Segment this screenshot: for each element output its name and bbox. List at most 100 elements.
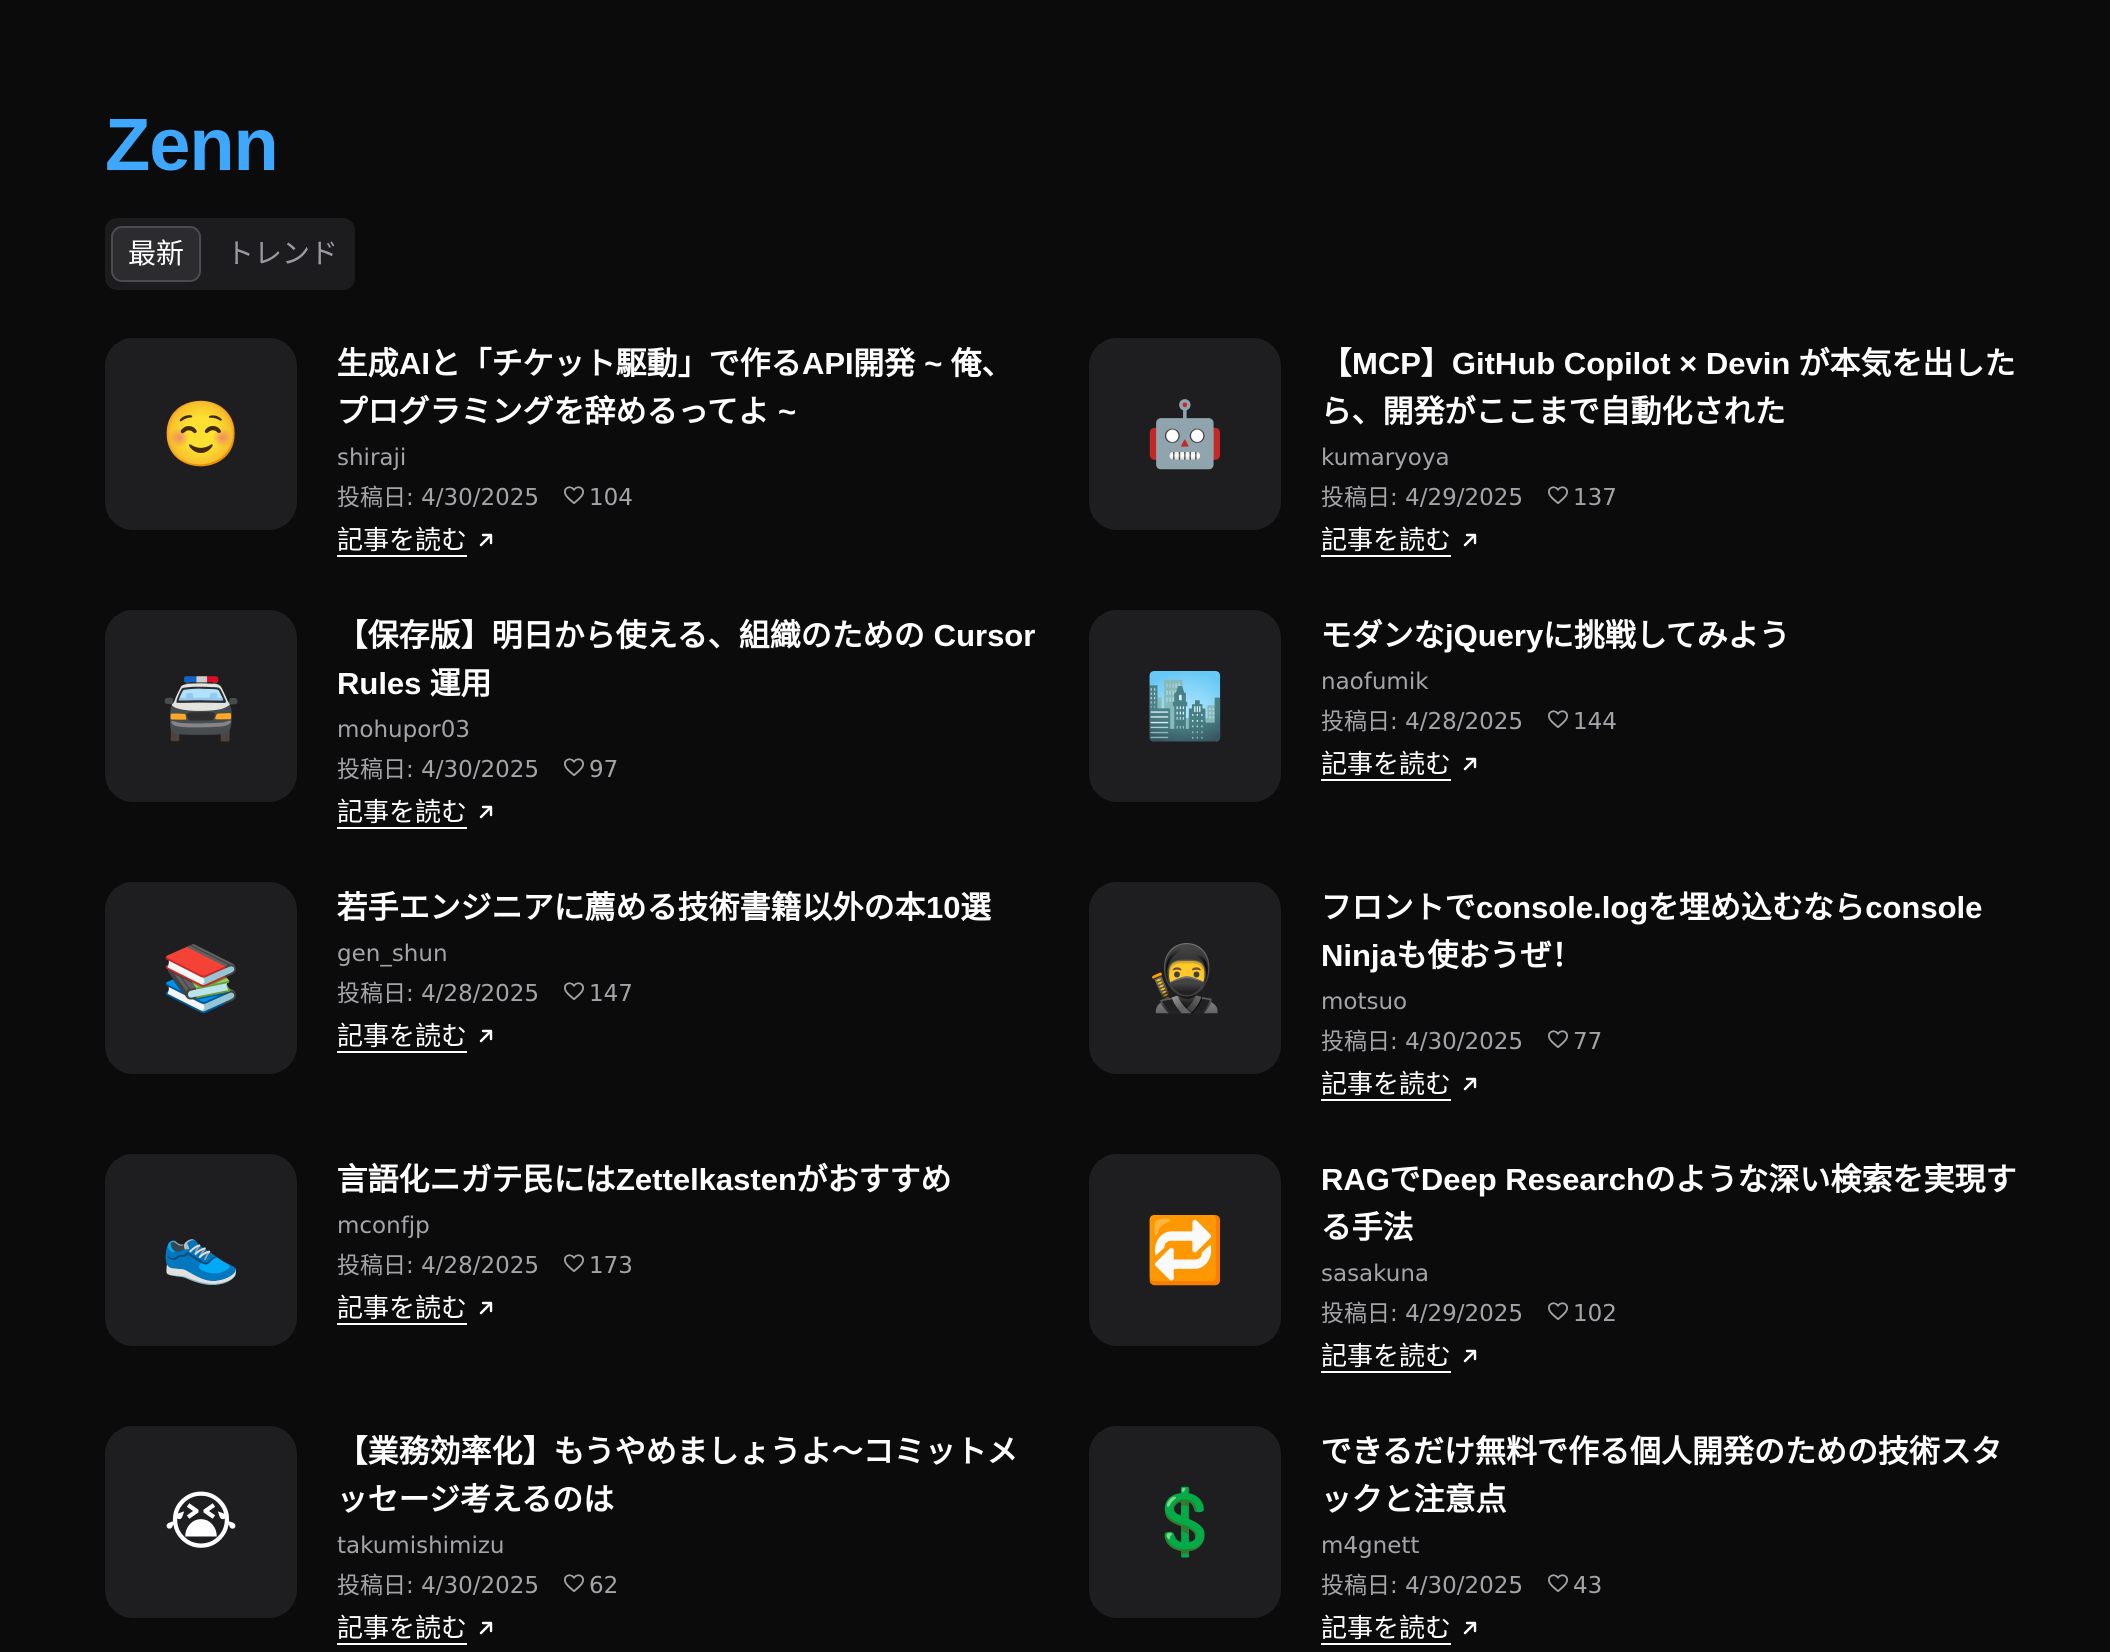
posted-date: 4/30/2025 xyxy=(1405,1573,1523,1599)
tab-latest[interactable]: 最新 xyxy=(111,226,201,282)
external-arrow-icon xyxy=(1451,1334,1479,1380)
read-article-link[interactable]: 記事を読む xyxy=(337,518,495,564)
article-title[interactable]: 言語化ニガテ民にはZettelkastenがおすすめ xyxy=(337,1156,1037,1204)
posted-date: 4/30/2025 xyxy=(421,1573,539,1599)
article-emoji-icon: 👟 xyxy=(161,1213,241,1288)
article-meta: 投稿日: 4/30/2025 77 xyxy=(1321,1022,2021,1062)
article-emoji-thumbnail[interactable]: ☺️ xyxy=(105,338,297,530)
article-author: sasakuna xyxy=(1321,1261,1430,1287)
read-article-link[interactable]: 記事を読む xyxy=(337,1606,495,1652)
heart-icon xyxy=(563,750,589,790)
read-article-label: 記事を読む xyxy=(1321,1070,1452,1100)
likes: 77 xyxy=(1547,1022,1602,1062)
article-emoji-thumbnail[interactable]: 🏙️ xyxy=(1089,610,1281,802)
article-meta: 投稿日: 4/28/2025 173 xyxy=(337,1246,1037,1286)
article-meta: 投稿日: 4/28/2025 144 xyxy=(1321,702,2021,742)
article-emoji-icon: 💲 xyxy=(1145,1485,1225,1560)
likes: 62 xyxy=(563,1566,618,1606)
article-title[interactable]: 【保存版】明日から使える、組織のための Cursor Rules 運用 xyxy=(337,612,1037,708)
article-emoji-thumbnail[interactable]: 🚔 xyxy=(105,610,297,802)
read-article-link[interactable]: 記事を読む xyxy=(337,1286,495,1332)
read-article-link[interactable]: 記事を読む xyxy=(337,1014,495,1060)
heart-icon xyxy=(1547,1294,1573,1334)
article-emoji-icon: 😭 xyxy=(163,1485,239,1559)
posted-date: 4/29/2025 xyxy=(1405,1301,1523,1327)
posted-date: 4/30/2025 xyxy=(421,757,539,783)
posted-date: 4/28/2025 xyxy=(421,981,539,1007)
external-arrow-icon xyxy=(467,1014,495,1060)
likes-count: 144 xyxy=(1573,709,1617,735)
article-emoji-thumbnail[interactable]: 🤖 xyxy=(1089,338,1281,530)
article-emoji-thumbnail[interactable]: 💲 xyxy=(1089,1426,1281,1618)
read-article-label: 記事を読む xyxy=(1321,1342,1452,1372)
likes-count: 104 xyxy=(589,485,633,511)
article-meta: 投稿日: 4/30/2025 97 xyxy=(337,750,1037,790)
posted-date: 4/30/2025 xyxy=(1405,1029,1523,1055)
article-title[interactable]: モダンなjQueryに挑戦してみよう xyxy=(1321,612,2021,660)
article-emoji-thumbnail[interactable]: 😭 xyxy=(105,1426,297,1618)
read-article-label: 記事を読む xyxy=(1321,526,1452,556)
likes: 97 xyxy=(563,750,618,790)
article-meta: 投稿日: 4/29/2025 102 xyxy=(1321,1294,2021,1334)
article-emoji-icon: 🏙️ xyxy=(1145,669,1225,744)
article-emoji-thumbnail[interactable]: 🥷 xyxy=(1089,882,1281,1074)
article-meta: 投稿日: 4/30/2025 43 xyxy=(1321,1566,2021,1606)
likes: 173 xyxy=(563,1246,633,1286)
external-arrow-icon xyxy=(1451,1606,1479,1652)
article-author: gen_shun xyxy=(337,941,448,967)
heart-icon xyxy=(1547,702,1573,742)
external-arrow-icon xyxy=(467,790,495,836)
article-body: 言語化ニガテ民にはZettelkastenがおすすめ mconfjp 投稿日: 4/… xyxy=(337,1154,1037,1332)
likes: 137 xyxy=(1547,478,1617,518)
article-body: RAGでDeep Researchのような深い検索を実現する手法 sasakuna… xyxy=(1321,1154,2021,1380)
article-body: 生成AIと「チケット駆動」で作るAPI開発 ~ 俺、プログラミングを辞めるってよ… xyxy=(337,338,1037,564)
read-article-link[interactable]: 記事を読む xyxy=(337,790,495,836)
article-emoji-thumbnail[interactable]: 🔁 xyxy=(1089,1154,1281,1346)
external-arrow-icon xyxy=(1451,1062,1479,1108)
likes: 144 xyxy=(1547,702,1617,742)
heart-icon xyxy=(1547,1022,1573,1062)
article-title[interactable]: フロントでconsole.logを埋め込むならconsole Ninjaも使おう… xyxy=(1321,884,2021,980)
site-logo[interactable]: Zenn xyxy=(105,104,279,186)
heart-icon xyxy=(1547,1566,1573,1606)
article-title[interactable]: できるだけ無料で作る個人開発のための技術スタックと注意点 xyxy=(1321,1428,2021,1524)
article-emoji-icon: 📚 xyxy=(161,941,241,1016)
article-title[interactable]: 若手エンジニアに薦める技術書籍以外の本10選 xyxy=(337,884,1037,932)
posted-label: 投稿日: xyxy=(1321,1301,1398,1327)
article-author: mohupor03 xyxy=(337,717,471,743)
article-title[interactable]: 【業務効率化】もうやめましょうよ〜コミットメッセージ考えるのは xyxy=(337,1428,1037,1524)
read-article-link[interactable]: 記事を読む xyxy=(1321,1062,1479,1108)
posted-label: 投稿日: xyxy=(337,981,414,1007)
article-title[interactable]: RAGでDeep Researchのような深い検索を実現する手法 xyxy=(1321,1156,2021,1252)
posted-date: 4/28/2025 xyxy=(421,1253,539,1279)
likes-count: 173 xyxy=(589,1253,633,1279)
read-article-label: 記事を読む xyxy=(1321,1614,1452,1644)
article-emoji-icon: 🔁 xyxy=(1145,1213,1225,1288)
article-author: mconfjp xyxy=(337,1213,430,1239)
heart-icon xyxy=(563,1566,589,1606)
external-arrow-icon xyxy=(467,1606,495,1652)
article-title[interactable]: 生成AIと「チケット駆動」で作るAPI開発 ~ 俺、プログラミングを辞めるってよ… xyxy=(337,340,1037,436)
tab-trend[interactable]: トレンド xyxy=(217,226,347,282)
article-body: できるだけ無料で作る個人開発のための技術スタックと注意点 m4gnett 投稿日: … xyxy=(1321,1426,2021,1652)
read-article-link[interactable]: 記事を読む xyxy=(1321,1606,1479,1652)
article-emoji-thumbnail[interactable]: 📚 xyxy=(105,882,297,1074)
read-article-link[interactable]: 記事を読む xyxy=(1321,742,1479,788)
article-body: 【保存版】明日から使える、組織のための Cursor Rules 運用 mohup… xyxy=(337,610,1037,836)
read-article-label: 記事を読む xyxy=(337,1614,468,1644)
article-author: naofumik xyxy=(1321,669,1429,695)
read-article-link[interactable]: 記事を読む xyxy=(1321,1334,1479,1380)
likes-count: 147 xyxy=(589,981,633,1007)
article-emoji-thumbnail[interactable]: 👟 xyxy=(105,1154,297,1346)
article-title[interactable]: 【MCP】GitHub Copilot × Devin が本気を出したら、開発が… xyxy=(1321,340,2021,436)
article-meta: 投稿日: 4/30/2025 62 xyxy=(337,1566,1037,1606)
article-meta: 投稿日: 4/29/2025 137 xyxy=(1321,478,2021,518)
read-article-link[interactable]: 記事を読む xyxy=(1321,518,1479,564)
external-arrow-icon xyxy=(467,1286,495,1332)
article-author: m4gnett xyxy=(1321,1533,1420,1559)
likes-count: 137 xyxy=(1573,485,1617,511)
read-article-label: 記事を読む xyxy=(1321,750,1452,780)
heart-icon xyxy=(563,974,589,1014)
heart-icon xyxy=(563,1246,589,1286)
article-author: kumaryoya xyxy=(1321,445,1450,471)
